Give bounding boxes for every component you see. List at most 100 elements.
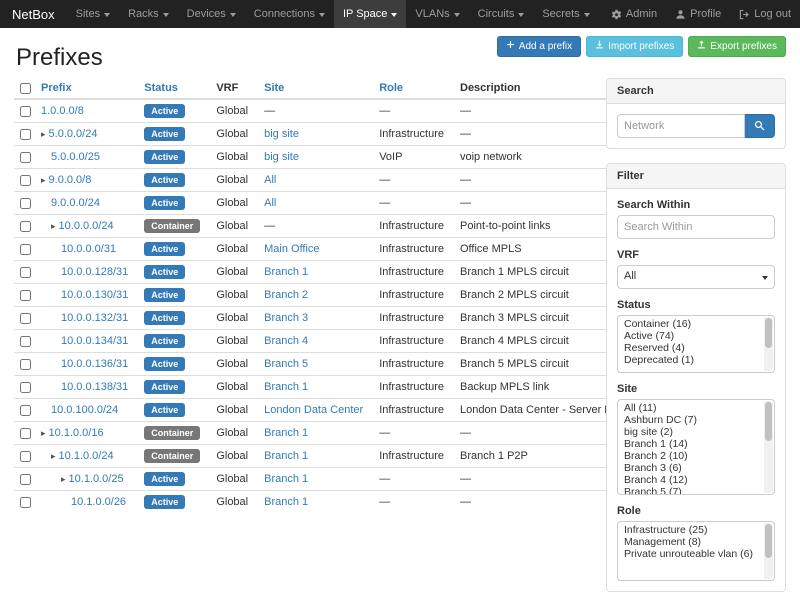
listbox-option[interactable]: Branch 1 (14) — [618, 438, 762, 450]
prefix-link[interactable]: 10.0.0.134/31 — [61, 335, 128, 347]
status-listbox[interactable]: Container (16)Active (74)Reserved (4)Dep… — [617, 315, 775, 373]
site-cell: Branch 1 — [256, 261, 371, 284]
listbox-option[interactable]: Branch 5 (7) — [618, 486, 762, 495]
prefix-link[interactable]: 10.1.0.0/24 — [59, 450, 114, 462]
row-checkbox[interactable] — [20, 129, 31, 140]
row-checkbox[interactable] — [20, 336, 31, 347]
column-header-role[interactable]: Role — [371, 78, 452, 99]
nav-item-logout[interactable]: Log out — [730, 0, 800, 28]
nav-item-connections[interactable]: Connections — [245, 0, 334, 28]
search-within-input[interactable] — [617, 215, 775, 239]
prefix-link[interactable]: 10.1.0.0/16 — [49, 427, 104, 439]
prefix-link[interactable]: 1.0.0.0/8 — [41, 105, 84, 117]
brand-logo[interactable]: NetBox — [0, 0, 67, 28]
listbox-option[interactable]: Branch 3 (6) — [618, 462, 762, 474]
prefix-link[interactable]: 10.1.0.0/25 — [69, 473, 124, 485]
import-prefixes-button[interactable]: Import prefixes — [586, 36, 683, 57]
prefix-link[interactable]: 10.0.0.138/31 — [61, 381, 128, 393]
site-link[interactable]: Branch 1 — [264, 381, 308, 393]
row-checkbox[interactable] — [20, 267, 31, 278]
export-prefixes-button[interactable]: Export prefixes — [688, 36, 786, 57]
listbox-option[interactable]: Branch 4 (12) — [618, 474, 762, 486]
nav-item-profile[interactable]: Profile — [666, 0, 730, 28]
row-checkbox[interactable] — [20, 428, 31, 439]
nav-item-vlans[interactable]: VLANs — [406, 0, 468, 28]
column-header-prefix[interactable]: Prefix — [33, 78, 136, 99]
site-cell: Main Office — [256, 238, 371, 261]
nav-item-admin[interactable]: Admin — [602, 0, 666, 28]
site-link[interactable]: Branch 1 — [264, 496, 308, 508]
row-checkbox[interactable] — [20, 290, 31, 301]
nav-item-secrets[interactable]: Secrets — [533, 0, 598, 28]
listbox-option[interactable]: Reserved (4) — [618, 342, 762, 354]
site-link[interactable]: Branch 4 — [264, 335, 308, 347]
listbox-option[interactable]: Active (74) — [618, 330, 762, 342]
vrf-select[interactable]: All — [617, 265, 775, 289]
prefix-link[interactable]: 5.0.0.0/24 — [49, 128, 98, 140]
nav-item-devices[interactable]: Devices — [178, 0, 245, 28]
listbox-option[interactable]: Ashburn DC (7) — [618, 414, 762, 426]
site-link[interactable]: All — [264, 197, 276, 209]
nav-item-sites[interactable]: Sites — [67, 0, 119, 28]
prefix-link[interactable]: 10.1.0.0/26 — [71, 496, 126, 508]
prefix-link[interactable]: 10.0.0.128/31 — [61, 266, 128, 278]
listbox-option[interactable]: Branch 2 (10) — [618, 450, 762, 462]
listbox-option[interactable]: All (11) — [618, 402, 762, 414]
prefix-link[interactable]: 9.0.0.0/8 — [49, 174, 92, 186]
prefix-link[interactable]: 10.0.0.136/31 — [61, 358, 128, 370]
listbox-option[interactable]: Management (8) — [618, 536, 762, 548]
site-link[interactable]: Branch 1 — [264, 266, 308, 278]
prefix-link[interactable]: 9.0.0.0/24 — [51, 197, 100, 209]
listbox-option[interactable]: Deprecated (1) — [618, 354, 762, 366]
scrollbar[interactable] — [764, 523, 773, 579]
nav-item-circuits[interactable]: Circuits — [469, 0, 534, 28]
row-checkbox[interactable] — [20, 198, 31, 209]
prefix-link[interactable]: 10.0.100.0/24 — [51, 404, 118, 416]
listbox-option[interactable]: Container (16) — [618, 318, 762, 330]
column-header-status[interactable]: Status — [136, 78, 208, 99]
add-prefix-button[interactable]: Add a prefix — [497, 36, 581, 57]
role-listbox[interactable]: Infrastructure (25)Management (8)Private… — [617, 521, 775, 581]
prefix-link[interactable]: 10.0.0.130/31 — [61, 289, 128, 301]
search-input[interactable] — [617, 114, 745, 138]
row-checkbox[interactable] — [20, 451, 31, 462]
column-header-site[interactable]: Site — [256, 78, 371, 99]
listbox-option[interactable]: Private unrouteable vlan (6) — [618, 548, 762, 560]
site-link[interactable]: Branch 1 — [264, 450, 308, 462]
row-checkbox[interactable] — [20, 244, 31, 255]
scrollbar[interactable] — [764, 317, 773, 371]
site-link[interactable]: Branch 1 — [264, 427, 308, 439]
select-all-checkbox[interactable] — [20, 83, 31, 94]
site-link[interactable]: big site — [264, 128, 299, 140]
row-checkbox[interactable] — [20, 359, 31, 370]
prefix-link[interactable]: 10.0.0.0/24 — [59, 220, 114, 232]
row-checkbox[interactable] — [20, 382, 31, 393]
row-checkbox[interactable] — [20, 106, 31, 117]
row-checkbox[interactable] — [20, 313, 31, 324]
search-button[interactable] — [745, 114, 775, 138]
listbox-option[interactable]: big site (2) — [618, 426, 762, 438]
row-checkbox[interactable] — [20, 474, 31, 485]
site-link[interactable]: Branch 3 — [264, 312, 308, 324]
row-checkbox[interactable] — [20, 175, 31, 186]
scrollbar[interactable] — [764, 401, 773, 493]
row-checkbox[interactable] — [20, 221, 31, 232]
site-link[interactable]: Branch 5 — [264, 358, 308, 370]
site-link[interactable]: London Data Center — [264, 404, 363, 416]
nav-item-racks[interactable]: Racks — [119, 0, 178, 28]
site-link[interactable]: Branch 1 — [264, 473, 308, 485]
site-link[interactable]: Main Office — [264, 243, 319, 255]
prefix-link[interactable]: 10.0.0.0/31 — [61, 243, 116, 255]
status-badge: Container — [144, 219, 200, 233]
row-checkbox[interactable] — [20, 405, 31, 416]
row-checkbox[interactable] — [20, 497, 31, 508]
listbox-option[interactable]: Infrastructure (25) — [618, 524, 762, 536]
site-listbox[interactable]: All (11)Ashburn DC (7)big site (2)Branch… — [617, 399, 775, 495]
row-checkbox[interactable] — [20, 152, 31, 163]
site-link[interactable]: Branch 2 — [264, 289, 308, 301]
site-link[interactable]: All — [264, 174, 276, 186]
prefix-link[interactable]: 5.0.0.0/25 — [51, 151, 100, 163]
nav-item-ip-space[interactable]: IP Space — [334, 0, 406, 28]
site-link[interactable]: big site — [264, 151, 299, 163]
prefix-link[interactable]: 10.0.0.132/31 — [61, 312, 128, 324]
